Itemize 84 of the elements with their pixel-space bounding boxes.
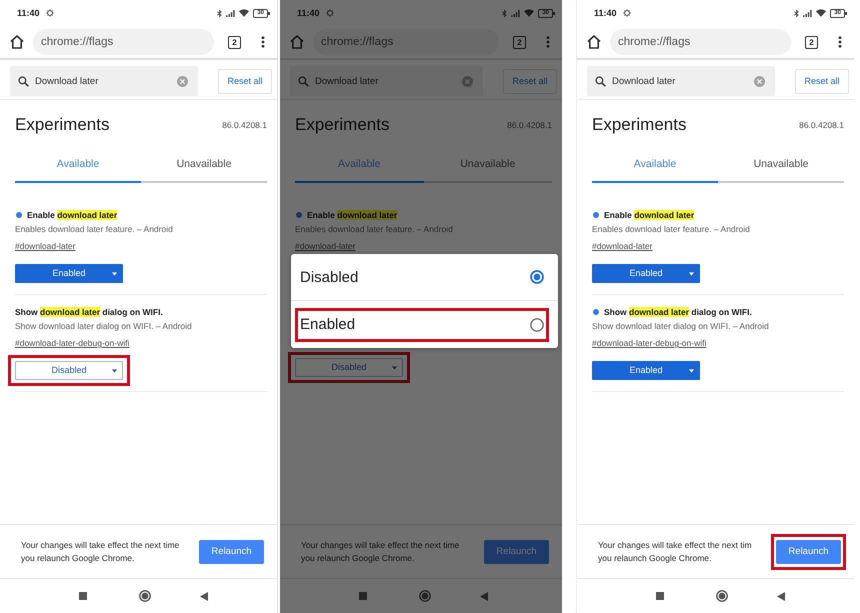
version-number: 86.0.4208.1 [222, 120, 267, 130]
back-icon[interactable] [777, 592, 785, 600]
relaunch-message: Your changes will take effect the next tim you relaunch Google Chrome. [598, 538, 752, 564]
search-field[interactable]: Download later [587, 66, 775, 96]
flag-title: Enable download later [604, 208, 694, 220]
home-icon[interactable] [586, 34, 602, 50]
bluetooth-icon [794, 8, 800, 18]
dialog-option[interactable]: Enabled [291, 301, 558, 348]
circle-icon[interactable] [716, 590, 728, 602]
flag-select[interactable]: Disabled [15, 360, 123, 380]
tab[interactable]: Available [592, 158, 718, 183]
gear-icon [622, 9, 631, 17]
caret-icon [112, 368, 117, 372]
relaunch-button[interactable]: Relaunch [776, 540, 841, 564]
page-title: Experiments [295, 115, 390, 135]
tab[interactable]: Unavailable [424, 158, 552, 183]
home-icon[interactable] [9, 34, 25, 50]
caret-icon [112, 272, 117, 276]
flag-description: Show download later dialog on WIFI. – Android [592, 320, 770, 333]
search-icon [595, 76, 606, 86]
flag-select[interactable]: Disabled [295, 358, 403, 376]
address-field[interactable]: chrome://flags [313, 29, 499, 55]
flag-link[interactable]: #download-later [15, 241, 76, 251]
back-icon[interactable] [480, 592, 488, 600]
flag-link[interactable]: #download-later-debug-on-wifi [15, 338, 130, 348]
flag-select[interactable]: Enabled [592, 264, 700, 282]
page-title: Experiments [15, 115, 110, 135]
gear-icon [46, 9, 54, 17]
circle-icon[interactable] [419, 590, 431, 602]
relaunch-message: Your changes will take effect the next time you relaunch Google Chrome. [21, 538, 180, 564]
page-title: Experiments [592, 115, 686, 135]
dialog-option[interactable]: Disabled [291, 254, 558, 301]
status-time: 11:40 [594, 8, 617, 18]
flag-description: Enables download later feature. – Android [15, 223, 174, 236]
search-field[interactable]: Download later [290, 66, 483, 96]
circle-icon[interactable] [139, 590, 151, 602]
tab[interactable]: Unavailable [718, 158, 844, 183]
version-number: 86.0.4208.1 [507, 120, 552, 130]
tab[interactable]: Unavailable [141, 158, 267, 183]
tab-switcher-button[interactable]: 2 [228, 36, 241, 48]
more-menu-icon[interactable] [261, 36, 265, 48]
flag-title: Show download later dialog on WIFI. [604, 306, 752, 318]
flag-description: Show download later dialog on WIFI. – Android [15, 320, 193, 333]
tab-switcher-button[interactable]: 2 [513, 36, 526, 48]
tab[interactable]: Available [15, 158, 141, 183]
wifi-icon [239, 9, 250, 17]
caret-icon [689, 272, 694, 276]
flag-link[interactable]: #download-later [295, 241, 356, 251]
flag-link[interactable]: #download-later [592, 241, 652, 251]
signal-icon [511, 10, 520, 16]
bluetooth-icon [217, 8, 222, 18]
gear-icon [326, 9, 334, 17]
signal-icon [226, 10, 236, 16]
search-icon [18, 76, 29, 86]
flag-description: Enables download later feature. – Android [592, 223, 751, 236]
search-field[interactable]: Download later [10, 66, 198, 96]
relaunch-message: Your changes will take effect the next time you relaunch Google Chrome. [301, 538, 460, 564]
signal-icon [803, 10, 812, 16]
flag-title: Enable download later [27, 208, 118, 220]
caret-icon [392, 366, 397, 370]
flag-title: Show download later dialog on WIFI. [15, 306, 163, 318]
tab-switcher-button[interactable]: 2 [805, 36, 818, 48]
radio-icon[interactable] [530, 318, 544, 332]
status-time: 11:40 [297, 8, 320, 18]
address-field[interactable]: chrome://flags [610, 29, 791, 55]
version-number: 86.0.4208.1 [799, 120, 844, 130]
flag-description: Enables download later feature. – Android [295, 223, 454, 236]
flag-select[interactable]: Enabled [15, 264, 123, 282]
reset-all-button[interactable]: Reset all [795, 68, 849, 94]
address-field[interactable]: chrome://flags [33, 29, 214, 55]
flag-title: Enable download later [307, 208, 398, 220]
status-time: 11:40 [17, 8, 40, 18]
back-icon[interactable] [200, 592, 208, 600]
relaunch-button[interactable]: Relaunch [199, 540, 264, 564]
wifi-icon [816, 9, 826, 17]
caret-icon [689, 368, 694, 372]
more-menu-icon[interactable] [838, 36, 842, 48]
search-icon [298, 76, 309, 86]
wifi-icon [524, 9, 534, 17]
flag-select[interactable]: Enabled [592, 360, 700, 380]
flag-link[interactable]: #download-later-debug-on-wifi [592, 338, 706, 348]
radio-icon[interactable] [530, 270, 544, 284]
bluetooth-icon [502, 8, 508, 18]
reset-all-button[interactable]: Reset all [218, 68, 272, 94]
